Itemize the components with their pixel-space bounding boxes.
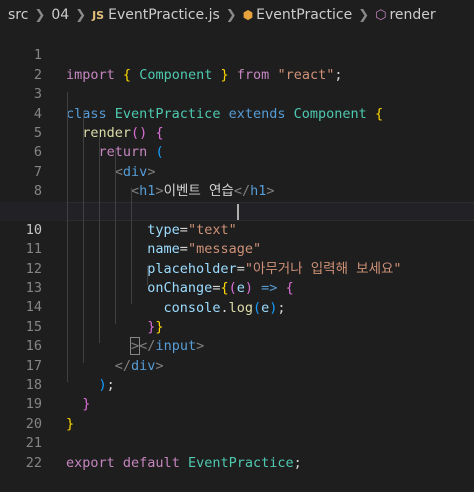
chevron-right-icon: ❯: [75, 7, 87, 23]
code-line: 9 type="text": [0, 182, 474, 238]
chevron-right-icon: ❯: [34, 7, 46, 23]
breadcrumb-class-label: EventPractice: [256, 7, 353, 23]
breadcrumb-method-label: render: [389, 7, 436, 23]
class-name: EventPractice: [187, 454, 294, 471]
code-line: 15 ></input>: [0, 298, 474, 356]
breadcrumb-item-class[interactable]: ⬢ EventPractice: [243, 7, 353, 23]
code-line: 19 }: [0, 376, 474, 431]
indent-guide: [99, 130, 100, 343]
class-icon: ⬢: [242, 8, 254, 22]
breadcrumb-item-method[interactable]: ⬡ render: [375, 7, 436, 23]
code-line: 21 export default EventPractice;: [0, 415, 474, 470]
breadcrumb-item-folder[interactable]: 04: [51, 7, 69, 23]
indent-guide: [147, 266, 148, 285]
breadcrumb-item-file[interactable]: JS EventPractice.js: [92, 7, 220, 23]
indent-guide: [115, 150, 116, 324]
code-line: 20: [0, 395, 474, 432]
indent-guide: [131, 188, 132, 304]
code-area[interactable]: 1 import { Component } from "react"; 2 3…: [0, 27, 474, 471]
breadcrumb: src ❯ 04 ❯ JS EventPractice.js ❯ ⬢ EventPr…: [0, 0, 474, 30]
code-line: 8 <input: [0, 163, 474, 220]
js-file-icon: JS: [92, 9, 105, 22]
code-line: 2: [0, 46, 474, 83]
code-line: 13 console.log(e);: [0, 260, 474, 315]
code-line: 5 return (: [0, 105, 474, 160]
code-line: 7 <h1>이벤트 연습</h1>: [0, 143, 474, 199]
code-line: 22: [0, 434, 474, 471]
code-line: 1 import { Component } from "react";: [0, 27, 474, 82]
indent-guide: [83, 111, 84, 363]
breadcrumb-item-src[interactable]: src: [8, 7, 28, 23]
code-line: 16 </div>: [0, 318, 474, 373]
code-editor[interactable]: src ❯ 04 ❯ JS EventPractice.js ❯ ⬢ EventPr…: [0, 0, 474, 471]
chevron-right-icon: ❯: [358, 7, 370, 23]
keyword: export: [66, 454, 115, 471]
method-icon: ⬡: [375, 8, 387, 23]
code-line: 3 class EventPractice extends Component …: [0, 66, 474, 121]
code-line: 17 );: [0, 337, 474, 393]
code-line: 6 <div>: [0, 124, 474, 179]
code-line: 14 }}: [0, 279, 474, 334]
text-cursor: [237, 203, 239, 220]
chevron-right-icon: ❯: [225, 7, 237, 23]
indent-guide: [67, 92, 68, 382]
keyword: default: [122, 454, 180, 471]
code-line-current: 10 name="message": [0, 201, 474, 257]
code-line: 11 placeholder="아무거나 입력해 보세요": [0, 221, 474, 276]
line-number: 22: [25, 454, 42, 471]
breadcrumb-file-label: EventPractice.js: [108, 7, 220, 23]
code-line: 18 }: [0, 357, 474, 412]
code-line: 4 render() {: [0, 85, 474, 141]
code-line: 12 onChange={(e) => {: [0, 240, 474, 296]
